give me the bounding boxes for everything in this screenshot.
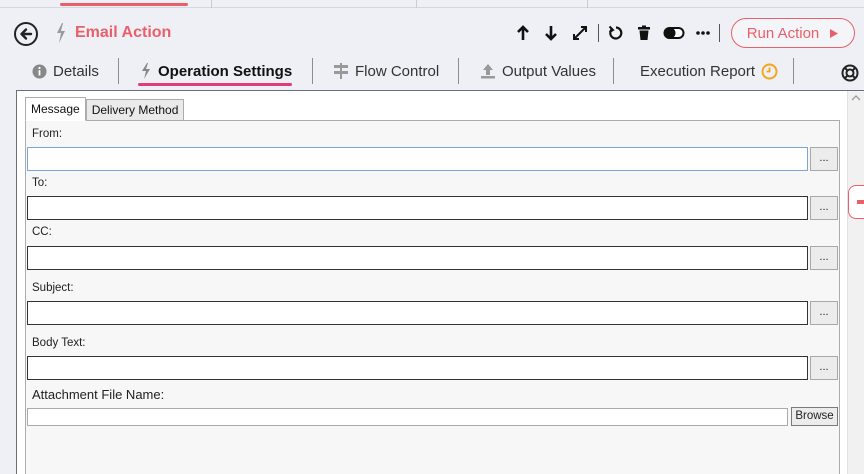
cc-browse-button[interactable]: ... [810, 246, 838, 270]
undo-icon[interactable] [606, 23, 626, 43]
scroll-up-icon[interactable] [851, 93, 861, 104]
expand-icon[interactable] [570, 23, 590, 43]
vertical-scrollbar[interactable] [847, 91, 864, 474]
action-header: Email Action Run Action [0, 12, 864, 54]
from-label: From: [32, 128, 63, 140]
run-action-label: Run Action [746, 24, 820, 42]
from-browse-button[interactable]: ... [810, 147, 838, 171]
more-icon[interactable] [693, 23, 713, 43]
body-text-browse-button[interactable]: ... [810, 356, 838, 380]
nav-divider [613, 58, 614, 84]
tab-flow-control-label: Flow Control [355, 62, 440, 80]
bolt-icon [57, 23, 65, 43]
back-arrow-icon[interactable] [14, 22, 38, 46]
tab-operation-settings-label: Operation Settings [137, 62, 293, 86]
cc-field[interactable] [27, 246, 808, 270]
toolbar-divider [598, 24, 599, 42]
page-title: Email Action [75, 24, 172, 41]
to-browse-button[interactable]: ... [810, 196, 838, 220]
message-form: From: ... To: ... CC: ... Subject: ... B… [25, 120, 840, 474]
help-ring-icon[interactable] [841, 64, 859, 82]
nav-divider [312, 58, 313, 84]
window-tab[interactable] [417, 0, 588, 8]
nav-divider [118, 58, 119, 84]
play-icon [830, 28, 839, 38]
window-tab[interactable] [0, 0, 212, 8]
tab-details[interactable]: Details [32, 58, 99, 84]
tab-output-values-label: Output Values [502, 62, 596, 80]
tab-delivery-method[interactable]: Delivery Method [85, 99, 185, 121]
window-tab-strip [0, 0, 864, 8]
message-tab-bar: Message Delivery Method [25, 97, 185, 121]
tab-execution-report-label: Execution Report [640, 62, 756, 80]
trash-icon[interactable] [634, 23, 654, 43]
action-nav-tabs: Details Operation Settings Flow Control … [0, 54, 864, 88]
tab-operation-settings[interactable]: Operation Settings [137, 58, 293, 86]
body-text-input[interactable] [28, 357, 807, 379]
to-field[interactable] [27, 196, 808, 220]
nav-divider [793, 58, 794, 84]
subject-field[interactable] [27, 301, 808, 325]
toggle-icon[interactable] [662, 23, 686, 43]
attachment-label: Attachment File Name: [32, 387, 165, 402]
tab-output-values[interactable]: Output Values [480, 58, 596, 84]
from-field[interactable] [27, 147, 808, 171]
info-icon [32, 64, 47, 78]
window-tab[interactable] [212, 0, 417, 8]
attachment-field[interactable] [27, 408, 788, 426]
subject-browse-button[interactable]: ... [810, 301, 838, 325]
arrow-up-icon[interactable] [513, 23, 533, 43]
to-input[interactable] [28, 197, 807, 219]
clock-icon [761, 63, 778, 79]
tab-execution-report[interactable]: Execution Report [640, 58, 778, 84]
bolt-icon [142, 63, 150, 79]
tab-message[interactable]: Message [25, 97, 86, 121]
cc-label: CC: [32, 226, 52, 238]
arrow-down-icon[interactable] [541, 23, 561, 43]
subject-label: Subject: [32, 282, 74, 294]
body-text-label: Body Text: [32, 337, 86, 349]
subject-input[interactable] [28, 302, 807, 324]
from-input[interactable] [28, 148, 807, 170]
browse-button[interactable]: Browse [791, 407, 838, 426]
run-action-button[interactable]: Run Action [731, 18, 855, 48]
tab-details-label: Details [53, 62, 99, 80]
tab-flow-control[interactable]: Flow Control [333, 58, 439, 84]
body-text-field[interactable] [27, 356, 808, 380]
flow-icon [334, 63, 348, 79]
operation-settings-panel: Message Delivery Method From: ... To: ..… [16, 90, 864, 474]
nav-divider [458, 58, 459, 84]
toolbar-divider [719, 24, 720, 42]
to-label: To: [32, 177, 48, 189]
cc-input[interactable] [28, 247, 807, 269]
upload-icon [481, 64, 495, 79]
side-panel-handle[interactable] [848, 185, 864, 219]
